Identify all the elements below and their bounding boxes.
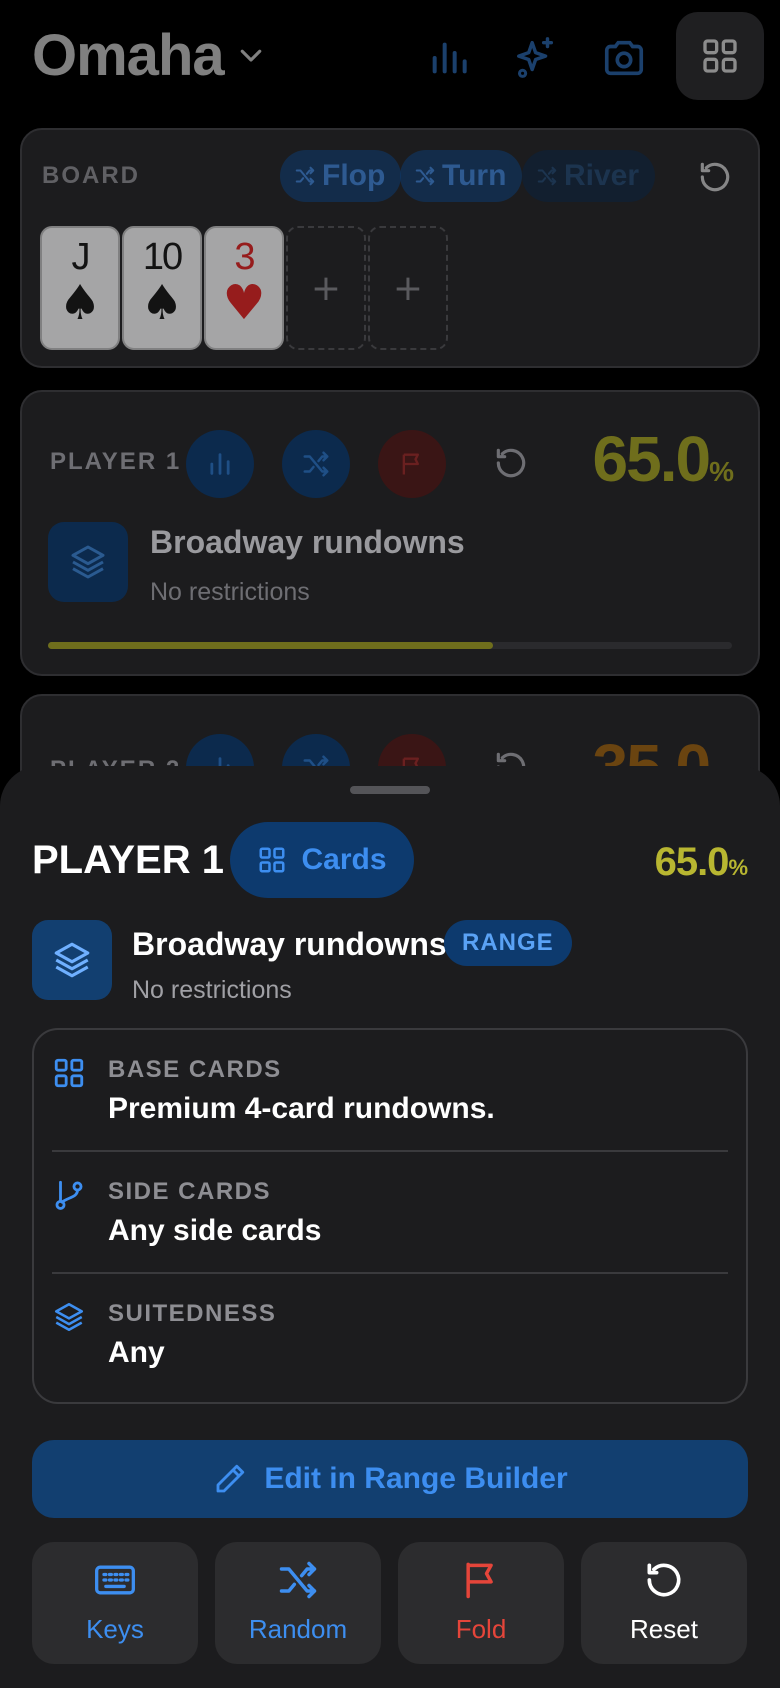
fold-button[interactable]: Fold <box>398 1542 564 1664</box>
cards-button[interactable]: Cards <box>230 822 414 898</box>
board-card-1[interactable]: J ♠ <box>40 226 120 350</box>
shuffle-icon <box>279 1561 317 1599</box>
random-label: Random <box>248 1614 348 1644</box>
spade-icon: ♠ <box>140 275 184 331</box>
reset-icon <box>496 448 526 478</box>
grid-icon <box>259 847 285 873</box>
detail-row-side-cards: SIDE CARDS Any side cards <box>34 1152 746 1274</box>
percent-unit: % <box>709 456 734 487</box>
sheet-equity: 65.0% <box>655 840 748 885</box>
layout-grid-button[interactable] <box>676 12 764 100</box>
player-1-equity-bar-fill <box>48 642 493 649</box>
shuffle-icon <box>295 166 315 186</box>
stats-icon <box>210 453 230 475</box>
board-empty-slot-turn[interactable]: + <box>286 226 366 350</box>
street-flop-label: Flop <box>322 159 386 192</box>
detail-row-base-cards: BASE CARDS Premium 4-card rundowns. <box>34 1030 746 1152</box>
player-1-reset-button[interactable] <box>486 438 536 488</box>
edit-button-label: Edit in Range Builder <box>264 1462 568 1495</box>
stats-icon[interactable] <box>418 28 478 88</box>
player-detail-sheet: PLAYER 1 Cards 65.0% Broadway rundowns R… <box>0 766 780 1688</box>
board-panel: BOARD Flop Turn River J ♠ 10 ♠ 3 ♥ + + <box>20 128 760 368</box>
flag-icon <box>466 1562 493 1599</box>
player-1-fold-button[interactable] <box>378 430 446 498</box>
shuffle-icon <box>537 166 557 186</box>
shuffle-icon <box>303 451 329 477</box>
layers-icon <box>54 1302 84 1332</box>
detail-value: Premium 4-card rundowns. <box>108 1092 495 1125</box>
street-turn-button[interactable]: Turn <box>400 150 523 202</box>
sparkles-icon[interactable] <box>506 28 566 88</box>
sheet-player-label: PLAYER 1 <box>32 838 224 882</box>
keys-label: Keys <box>86 1614 144 1644</box>
detail-value: Any side cards <box>108 1214 322 1247</box>
branch-icon <box>55 1180 83 1210</box>
plus-icon: + <box>392 267 424 309</box>
fold-label: Fold <box>455 1614 507 1644</box>
sheet-grabber[interactable] <box>350 786 430 794</box>
street-turn-label: Turn <box>442 159 507 192</box>
spade-icon: ♠ <box>58 275 102 331</box>
grid-icon <box>703 39 737 73</box>
sheet-range-sub: No restrictions <box>132 976 292 1004</box>
player-1-equity: 65.0% <box>593 422 734 496</box>
cards-button-label: Cards <box>301 843 387 876</box>
street-flop-button[interactable]: Flop <box>280 150 402 202</box>
board-reset-button[interactable] <box>690 152 740 202</box>
random-button[interactable]: Random <box>215 1542 381 1664</box>
player-1-label: PLAYER 1 <box>50 448 182 475</box>
player-1-equity-bar <box>48 642 732 649</box>
detail-label: BASE CARDS <box>108 1056 282 1083</box>
detail-label: SIDE CARDS <box>108 1178 272 1205</box>
app-header: Omaha <box>0 0 780 118</box>
flag-icon <box>402 453 419 475</box>
reset-icon <box>700 162 730 192</box>
layers-icon <box>32 920 112 1000</box>
card-rank: J <box>71 236 91 278</box>
card-rank: 3 <box>234 236 255 278</box>
plus-icon: + <box>310 267 342 309</box>
edit-in-range-builder-button[interactable]: Edit in Range Builder <box>32 1440 748 1518</box>
grid-icon <box>54 1058 84 1088</box>
reset-button[interactable]: Reset <box>581 1542 747 1664</box>
player-1-range-sub: No restrictions <box>150 578 310 606</box>
game-title[interactable]: Omaha <box>32 22 225 89</box>
player-1-panel[interactable]: PLAYER 1 65.0% Broadway rundowns No rest… <box>20 390 760 676</box>
heart-icon: ♥ <box>222 275 266 331</box>
detail-value: Any <box>108 1336 165 1369</box>
board-card-2[interactable]: 10 ♠ <box>122 226 202 350</box>
layers-icon <box>48 522 128 602</box>
reset-icon <box>647 1563 681 1597</box>
pencil-icon <box>216 1464 245 1493</box>
percent-unit: % <box>728 855 748 880</box>
range-details-box: BASE CARDS Premium 4-card rundowns. SIDE… <box>32 1028 748 1404</box>
player-1-range-name: Broadway rundowns <box>150 524 465 560</box>
detail-label: SUITEDNESS <box>108 1300 277 1327</box>
keyboard-icon <box>95 1565 135 1595</box>
street-river-label: River <box>564 159 640 192</box>
player-1-random-button[interactable] <box>282 430 350 498</box>
detail-row-suitedness: SUITEDNESS Any <box>34 1274 746 1396</box>
keys-button[interactable]: Keys <box>32 1542 198 1664</box>
board-label: BOARD <box>42 162 140 189</box>
player-1-equity-value: 65.0 <box>592 423 712 495</box>
card-rank: 10 <box>142 236 183 278</box>
reset-label: Reset <box>630 1614 698 1644</box>
sheet-equity-value: 65.0 <box>654 840 730 884</box>
sheet-range-name: Broadway rundowns <box>132 926 447 962</box>
camera-icon[interactable] <box>594 28 654 88</box>
shuffle-icon <box>415 166 435 186</box>
street-river-button[interactable]: River <box>522 150 656 202</box>
board-card-3[interactable]: 3 ♥ <box>204 226 284 350</box>
range-badge: RANGE <box>444 920 572 966</box>
board-empty-slot-river[interactable]: + <box>368 226 448 350</box>
chevron-down-icon[interactable] <box>236 40 266 70</box>
player-1-stats-button[interactable] <box>186 430 254 498</box>
